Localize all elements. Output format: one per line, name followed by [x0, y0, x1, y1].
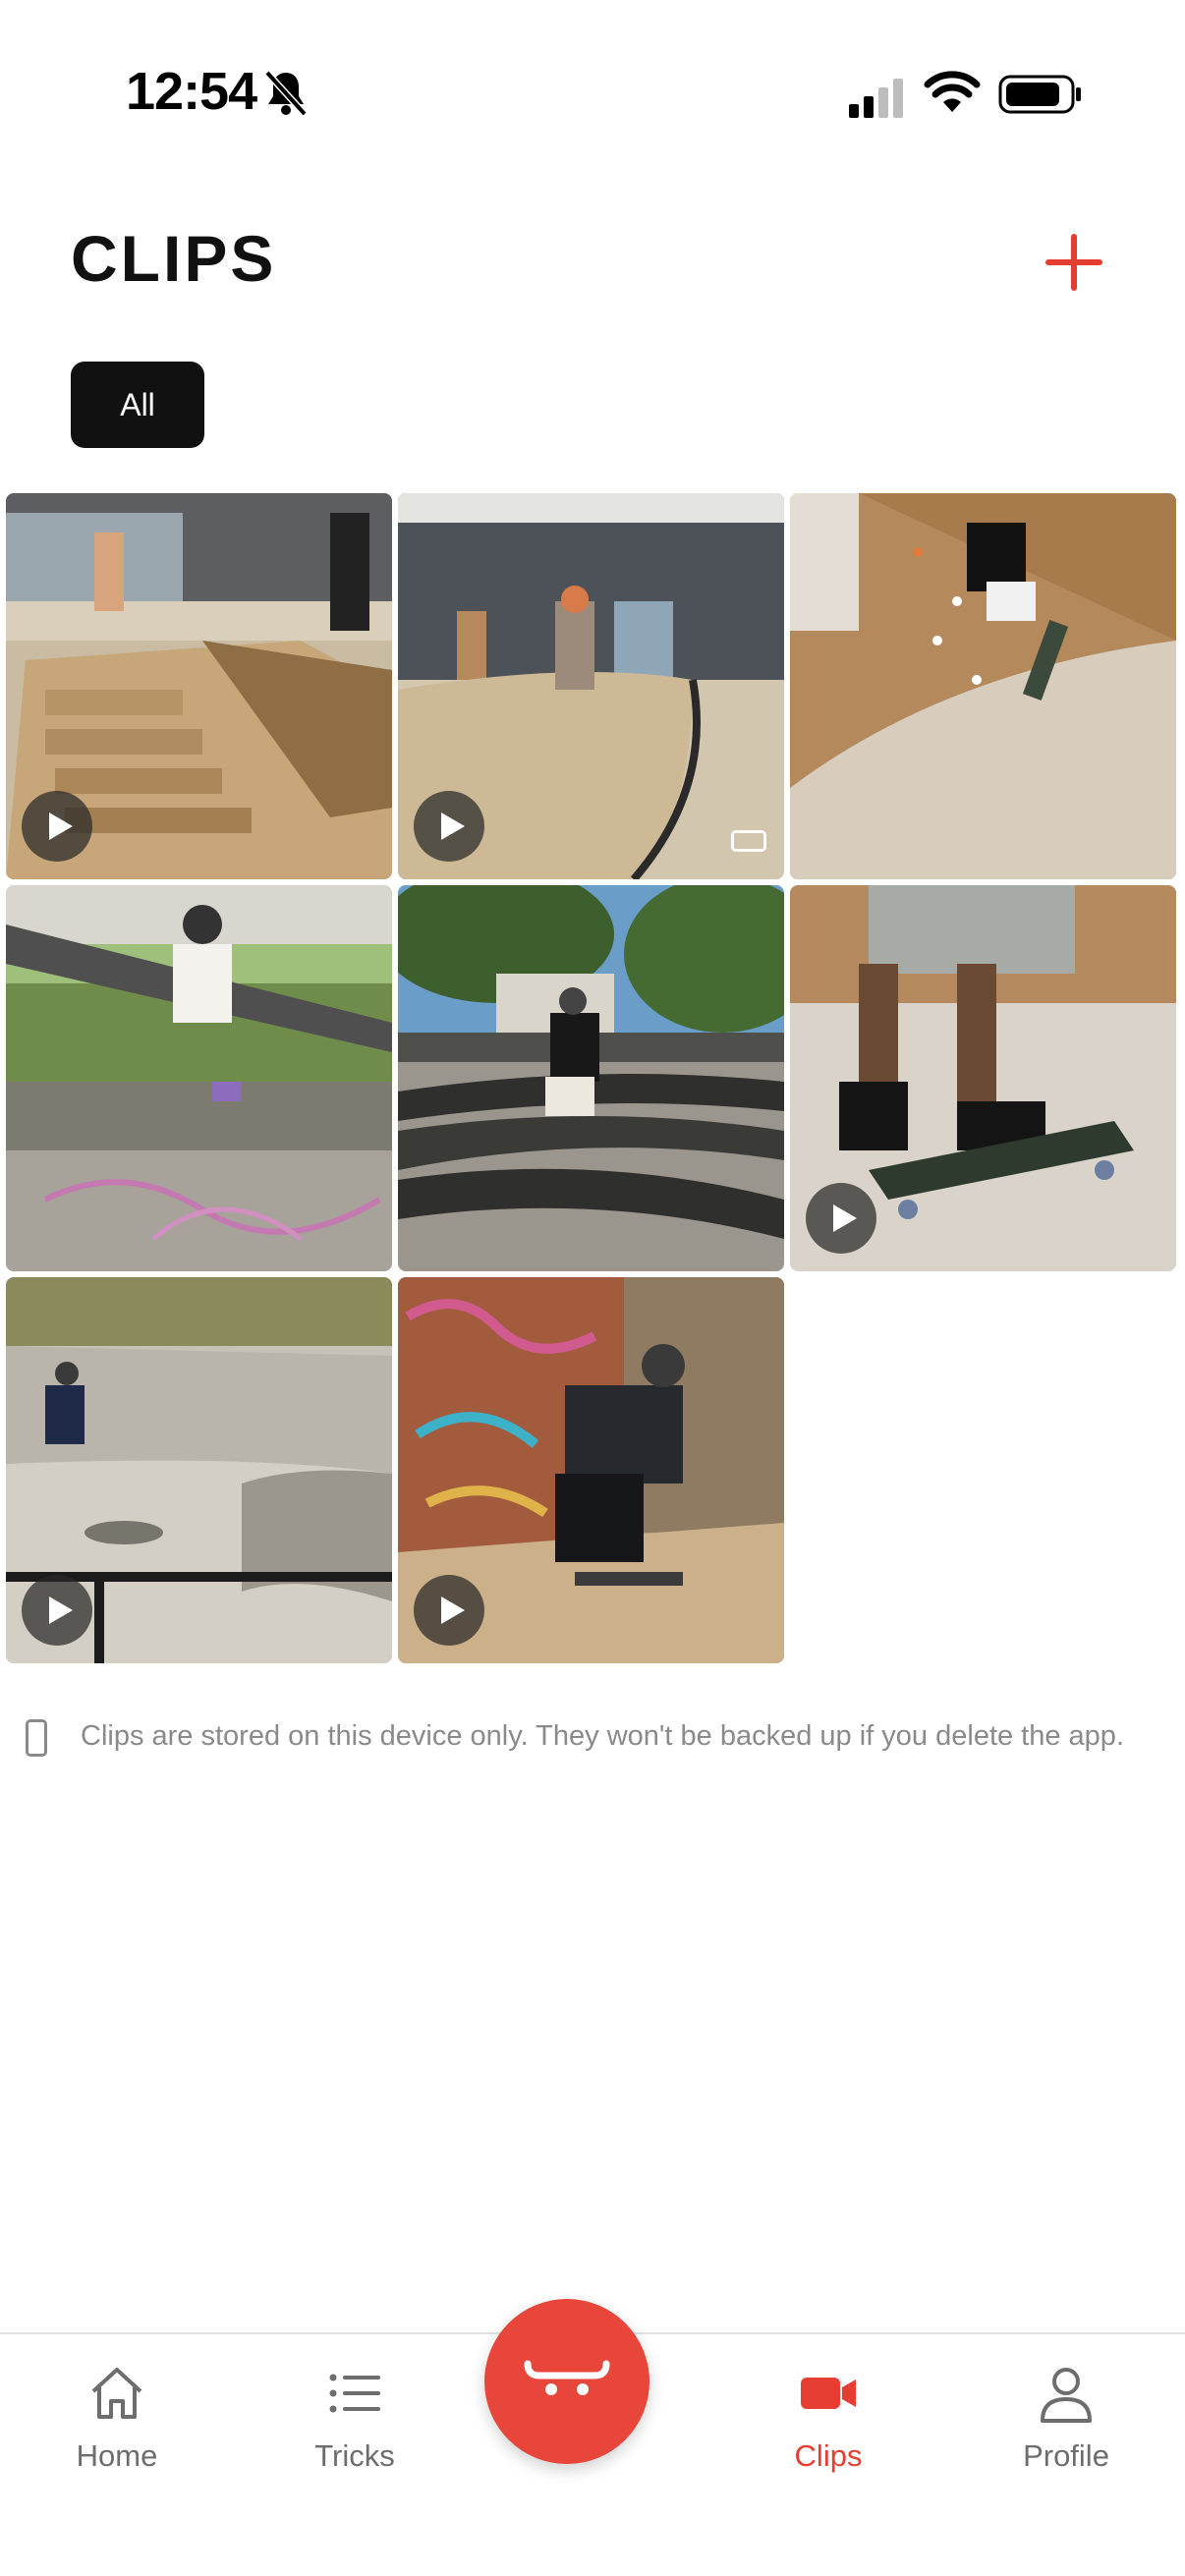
home-icon [91, 2368, 142, 2419]
tab-clips[interactable]: Clips [740, 2334, 917, 2473]
wifi-icon [924, 71, 981, 112]
tab-label: Clips [794, 2438, 863, 2473]
clip-thumbnail[interactable] [398, 885, 784, 1271]
clip-image [6, 885, 392, 1271]
landscape-icon [731, 830, 766, 852]
record-trick-button[interactable] [484, 2299, 649, 2464]
cellular-signal-icon [849, 79, 903, 118]
tab-label: Profile [1023, 2438, 1109, 2473]
page-title: CLIPS [71, 222, 277, 295]
list-icon [329, 2374, 380, 2413]
tab-profile[interactable]: Profile [978, 2334, 1155, 2473]
clip-thumbnail[interactable] [6, 1277, 392, 1663]
status-bar: 12:54 [0, 0, 1185, 167]
skateboard-icon [524, 2360, 610, 2395]
clip-thumbnail[interactable] [398, 493, 784, 879]
clip-image [790, 493, 1176, 879]
phone-device-icon [26, 1719, 47, 1757]
bell-slash-icon [264, 70, 308, 117]
clip-thumbnail[interactable] [6, 885, 392, 1271]
clip-thumbnail[interactable] [790, 493, 1176, 879]
clip-thumbnail[interactable] [398, 1277, 784, 1663]
tab-home[interactable]: Home [28, 2334, 205, 2473]
person-icon [1041, 2368, 1092, 2423]
tab-label: Home [76, 2438, 158, 2473]
tab-label: Tricks [314, 2438, 395, 2473]
video-camera-icon [801, 2378, 856, 2409]
clip-thumbnail[interactable] [6, 493, 392, 879]
battery-icon [998, 75, 1081, 114]
tab-tricks[interactable]: Tricks [266, 2334, 443, 2473]
play-icon [22, 1575, 92, 1646]
play-icon [806, 1183, 876, 1254]
play-icon [414, 1575, 484, 1646]
filter-chip-all[interactable]: All [71, 362, 204, 448]
clip-thumbnail[interactable] [790, 885, 1176, 1271]
status-time: 12:54 [126, 62, 257, 121]
play-icon [414, 791, 484, 862]
storage-notice-text: Clips are stored on this device only. Th… [81, 1720, 1124, 1752]
clip-image [398, 885, 784, 1271]
play-icon [22, 791, 92, 862]
add-clip-button[interactable] [1040, 228, 1108, 297]
